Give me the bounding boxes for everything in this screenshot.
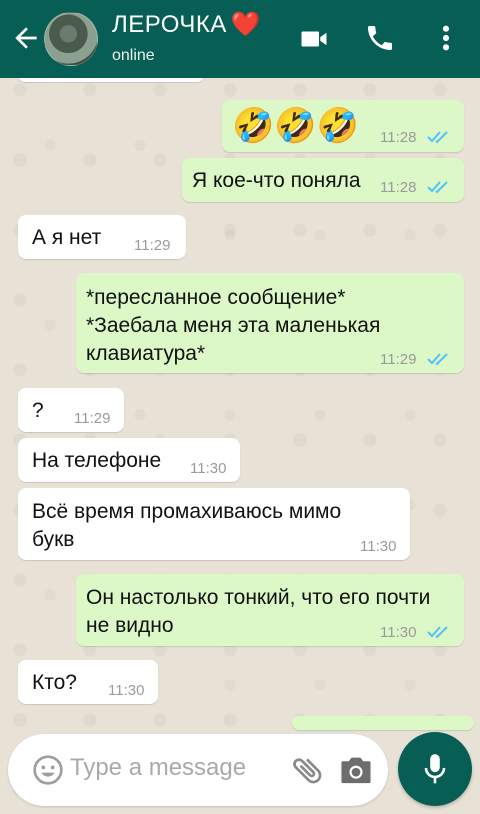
message-bubble-incoming[interactable]: На телефоне 11:30 <box>18 438 240 482</box>
read-ticks-icon <box>427 131 448 144</box>
message-bubble-incoming[interactable]: А я нет 11:29 <box>18 215 186 259</box>
message-composer: Type a message <box>8 734 388 806</box>
phone-icon[interactable] <box>364 22 396 54</box>
message-time: 11:30 <box>360 538 397 555</box>
emoji-icon[interactable] <box>32 754 64 786</box>
read-ticks-icon <box>427 181 448 194</box>
contact-status: online <box>112 47 155 64</box>
message-time: 11:28 <box>380 179 417 196</box>
message-time: 11:29 <box>380 351 417 368</box>
message-bubble-incoming[interactable]: Кто? 11:30 <box>18 660 158 704</box>
message-text: На телефоне <box>32 449 162 472</box>
message-text: Я кое-что поняла <box>192 169 361 192</box>
message-time: 11:29 <box>134 237 171 254</box>
message-time: 11:30 <box>380 624 417 641</box>
message-bubble-incoming[interactable]: Всё время промахиваюсь мимо букв 11:30 <box>18 488 410 560</box>
message-bubble-partial <box>292 716 474 730</box>
message-text: Всё время промахиваюсь мимо букв <box>32 500 342 551</box>
message-time: 11:29 <box>74 410 111 427</box>
avatar[interactable] <box>44 12 98 66</box>
message-input[interactable]: Type a message <box>70 754 246 782</box>
heart-emoji: ❤️ <box>230 11 262 38</box>
read-ticks-icon <box>427 626 448 639</box>
more-vert-icon[interactable] <box>434 22 458 54</box>
message-text: ? <box>32 399 44 422</box>
message-time: 11:30 <box>108 682 145 699</box>
message-time: 11:28 <box>380 129 417 146</box>
message-time: 11:30 <box>190 460 227 477</box>
message-text: 🤣🤣🤣 <box>232 107 360 145</box>
arrow-back-icon[interactable] <box>10 22 42 54</box>
message-bubble-incoming[interactable]: ? 11:29 <box>18 388 124 432</box>
video-call-icon[interactable] <box>298 24 330 54</box>
message-text: А я нет <box>32 226 102 249</box>
message-bubble-outgoing[interactable]: 🤣🤣🤣 11:28 <box>222 100 464 152</box>
message-bubble-outgoing[interactable]: *пересланное сообщение* *Заебала меня эт… <box>76 273 464 373</box>
microphone-icon <box>424 754 446 784</box>
read-ticks-icon <box>427 353 448 366</box>
mic-button[interactable] <box>398 732 472 806</box>
message-text: Кто? <box>32 671 77 694</box>
message-bubble-outgoing[interactable]: Он настолько тонкий, что его почти не ви… <box>76 574 464 646</box>
contact-name[interactable]: ЛЕРОЧКА ❤️ <box>112 10 261 39</box>
message-text: *пересланное сообщение* *Заебала меня эт… <box>86 286 381 365</box>
message-bubble-outgoing[interactable]: Я кое-что поняла 11:28 <box>182 158 464 202</box>
camera-icon[interactable] <box>338 754 374 786</box>
chat-header: ЛЕРОЧКА ❤️ online <box>0 0 480 78</box>
paperclip-icon[interactable] <box>290 752 326 788</box>
